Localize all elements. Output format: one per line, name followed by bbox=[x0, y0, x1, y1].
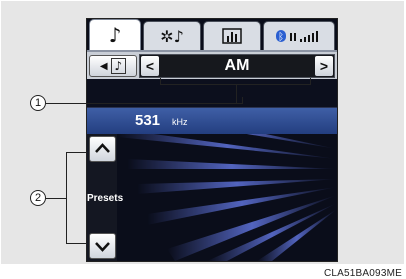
equalizer-icon bbox=[222, 28, 242, 44]
preset-up-button[interactable] bbox=[89, 136, 116, 162]
music-note-icon: ♪ bbox=[108, 23, 122, 47]
callout-1-bracket-l bbox=[160, 78, 161, 85]
sound-settings-icon: ✲♪ bbox=[160, 26, 184, 46]
presets-label: Presets bbox=[87, 193, 124, 204]
band-prev-button[interactable]: < bbox=[141, 56, 159, 76]
figure-caption: CLA51BA093ME bbox=[323, 268, 402, 279]
left-arrow-icon: ◀ bbox=[99, 60, 108, 72]
callout-1-bracket-left bbox=[242, 97, 243, 104]
callout-1: 1 bbox=[30, 95, 46, 111]
svg-text:ᛒ: ᛒ bbox=[278, 32, 284, 43]
source-button[interactable]: ◀ ♪ bbox=[89, 55, 137, 77]
chevron-down-icon bbox=[95, 242, 110, 252]
frequency-value: 531 bbox=[135, 112, 161, 129]
callout-2-bracket-bottom bbox=[66, 243, 86, 244]
tab-equalizer[interactable] bbox=[203, 21, 261, 50]
callout-1-connector bbox=[236, 84, 237, 104]
preset-down-button[interactable] bbox=[89, 233, 116, 259]
callout-2: 2 bbox=[30, 190, 46, 206]
callout-1-bracket-h bbox=[160, 84, 310, 85]
tab-sound[interactable]: ✲♪ bbox=[143, 21, 201, 50]
band-next-button[interactable]: > bbox=[315, 56, 333, 76]
band-label: AM bbox=[224, 57, 250, 74]
callout-1-leader bbox=[46, 103, 242, 104]
callout-1-bracket-r bbox=[310, 78, 311, 85]
music-note-icon: ♪ bbox=[110, 58, 127, 74]
bluetooth-signal-icon: ᛒ bbox=[274, 28, 324, 44]
band-prev-label: < bbox=[145, 58, 155, 74]
callout-2-leader bbox=[46, 198, 66, 199]
band-next-label: > bbox=[319, 58, 329, 74]
tab-status[interactable]: ᛒ bbox=[263, 21, 335, 50]
callout-2-bracket-top bbox=[66, 152, 86, 153]
tab-audio[interactable]: ♪ bbox=[89, 19, 141, 50]
frequency-row bbox=[87, 108, 337, 134]
audio-screen: ♪ ✲♪ ᛒ ◀ ♪ < AM > 531 kHz Presets bbox=[86, 18, 338, 262]
callout-2-bracket-v bbox=[66, 152, 67, 244]
frequency-unit: kHz bbox=[172, 117, 188, 127]
chevron-up-icon bbox=[95, 143, 110, 153]
